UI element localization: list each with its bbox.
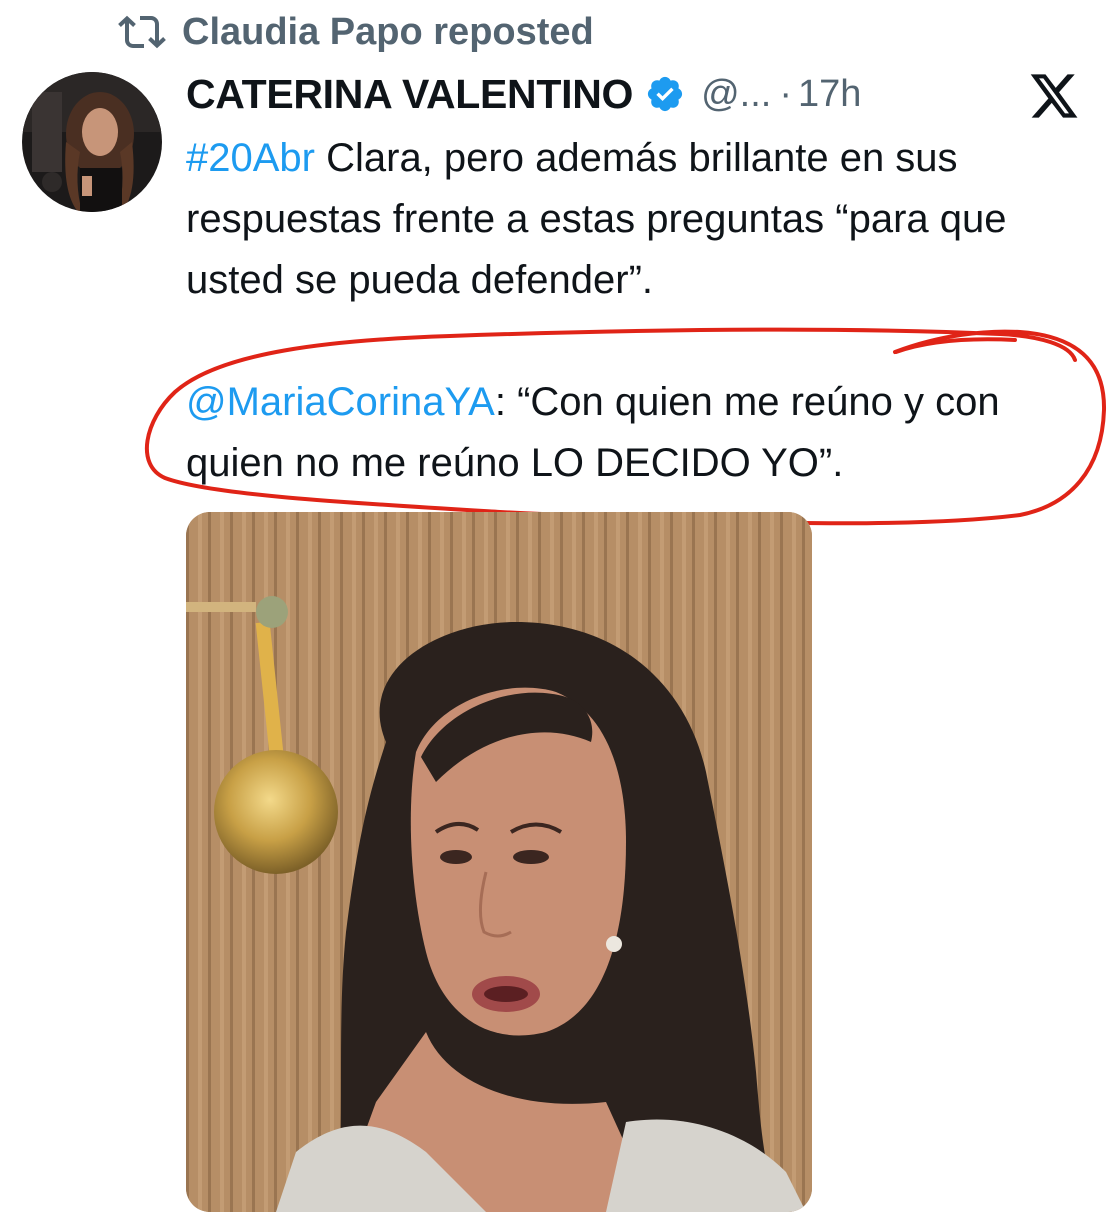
tweet-timestamp[interactable]: 17h (798, 73, 861, 116)
author-handle[interactable]: @... (701, 73, 771, 116)
author-name[interactable]: CATERINA VALENTINO (186, 71, 633, 118)
repost-text: Claudia Papo reposted (182, 10, 594, 53)
verified-badge-icon (648, 76, 683, 112)
author-avatar[interactable] (22, 72, 162, 212)
meta-separator: · (779, 72, 793, 115)
tweet-body: #20Abr Clara, pero además brillante en s… (186, 128, 1086, 494)
tweet-media-photo[interactable] (186, 512, 812, 1212)
mention-link[interactable]: @MariaCorinaYA (186, 380, 495, 424)
tweet-header: CATERINA VALENTINO @... · 17h (186, 64, 861, 124)
hashtag-link[interactable]: #20Abr (186, 136, 315, 180)
repost-icon (118, 15, 166, 49)
repost-header[interactable]: Claudia Papo reposted (118, 8, 594, 56)
tweet-paragraph-quote: @MariaCorinaYA: “Con quien me reúno y co… (186, 372, 1086, 494)
tweet-paragraph-main: #20Abr Clara, pero además brillante en s… (186, 128, 1086, 311)
x-logo-icon[interactable] (1028, 72, 1080, 120)
